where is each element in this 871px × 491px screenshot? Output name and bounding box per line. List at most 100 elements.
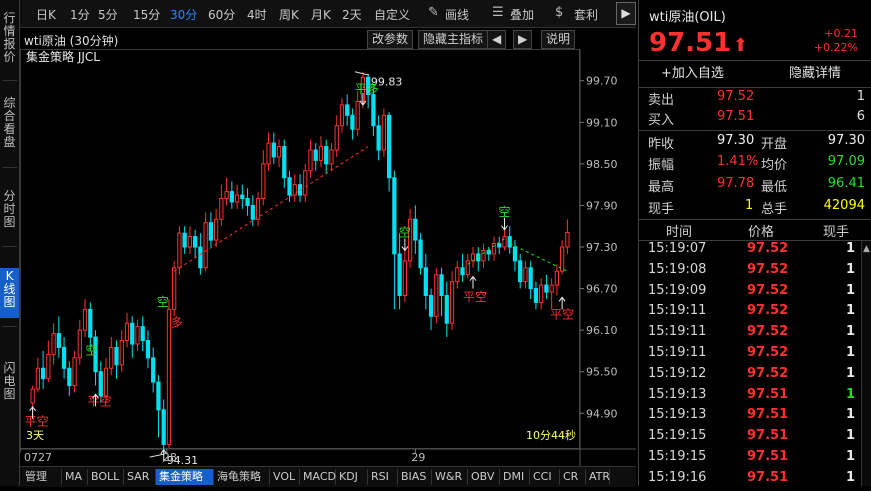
- candle-body: [56, 333, 61, 348]
- indicator-tab-10[interactable]: BIAS: [398, 469, 432, 485]
- candle-body: [549, 284, 554, 293]
- candle-body: [276, 146, 282, 158]
- days-label: 3天: [26, 429, 44, 442]
- indicator-tab-12[interactable]: OBV: [468, 469, 500, 485]
- indicator-tab-13[interactable]: DMI: [500, 469, 530, 485]
- indicator-tab-8[interactable]: KDJ: [336, 469, 368, 485]
- current-volume-value: 1: [745, 198, 754, 213]
- candle-body: [271, 142, 276, 158]
- candle-body: [208, 222, 213, 241]
- y-tick-label: 96.70: [586, 283, 618, 296]
- candle-body: [486, 249, 491, 255]
- nav-tab-timeshare[interactable]: 分 时 图: [0, 188, 19, 238]
- tick-price: 97.51: [747, 469, 789, 485]
- candle-body: [423, 267, 428, 297]
- candle-body: [544, 284, 549, 293]
- tick-volume: 1: [845, 469, 855, 485]
- period-tab-9[interactable]: 2天: [342, 6, 362, 23]
- indicator-tab-6[interactable]: VOL: [270, 469, 300, 485]
- indicator-tab-0[interactable]: 管理: [22, 469, 62, 485]
- candle-body: [172, 267, 177, 310]
- trend-line-red: [173, 146, 369, 272]
- period-tab-6[interactable]: 4时: [247, 6, 267, 23]
- indicator-tab-5[interactable]: 海龟策略: [214, 469, 270, 485]
- tick-row: 15:19:16 97.51 1: [639, 470, 859, 491]
- candle-body: [313, 149, 318, 161]
- tick-price: 97.52: [747, 241, 789, 256]
- indicator-tab-4[interactable]: 集金策略: [156, 469, 214, 485]
- add-favorite-button[interactable]: +加入自选: [661, 63, 724, 85]
- draw-line-button[interactable]: 画线: [445, 6, 469, 23]
- x-tick-label: 0727: [24, 451, 52, 464]
- candle-body: [523, 267, 528, 283]
- trade-signal-label: 空: [86, 343, 98, 357]
- indicator-tab-14[interactable]: CCI: [530, 469, 560, 485]
- nav-tab-flash[interactable]: 闪 电 图: [0, 360, 19, 410]
- nav-separator: [2, 80, 17, 81]
- nav-tab-overview[interactable]: 综 合 看 盘: [0, 95, 19, 159]
- open-label: 开盘: [761, 137, 788, 152]
- tick-row: 15:19:13 97.51 1: [639, 407, 859, 428]
- candlestick-chart[interactable]: 99.70 99.10 98.50 97.90 97.30 96.70 96.10 95.50…: [20, 49, 636, 466]
- tick-time: 15:19:07: [648, 241, 707, 256]
- buy-row: 买入 97.51 6: [639, 109, 871, 129]
- chart-scroll-left-button[interactable]: ◀: [487, 30, 507, 49]
- indicator-tab-11[interactable]: W&R: [432, 469, 468, 485]
- tick-price: 97.52: [747, 303, 789, 319]
- candle-body: [124, 322, 130, 342]
- hide-detail-button[interactable]: 隐藏详情: [789, 63, 841, 85]
- period-tab-0[interactable]: 日K: [36, 6, 56, 23]
- indicator-tab-1[interactable]: MA: [62, 469, 88, 485]
- period-tab-8[interactable]: 月K: [311, 6, 331, 23]
- candle-body: [135, 326, 140, 345]
- candle-body: [61, 346, 67, 369]
- hide-main-indicator-button[interactable]: 隐藏主指标: [418, 30, 489, 49]
- candle-body: [350, 114, 355, 130]
- candle-body: [255, 198, 261, 220]
- period-tab-3[interactable]: 15分: [133, 6, 160, 23]
- candle-body: [250, 204, 255, 220]
- nav-tab-quotes[interactable]: 行 情 报 价: [0, 10, 19, 72]
- indicator-tab-9[interactable]: RSI: [368, 469, 398, 485]
- candle-body: [114, 346, 119, 366]
- y-tick-label: 97.90: [586, 199, 618, 212]
- low-value: 96.41: [827, 176, 865, 191]
- candle-body: [355, 101, 360, 130]
- overlay-button[interactable]: 叠加: [510, 6, 534, 23]
- candle-body: [109, 346, 114, 369]
- tick-price: 97.51: [747, 449, 789, 464]
- candle-body: [413, 218, 418, 241]
- candle-body: [381, 114, 387, 151]
- period-tab-1[interactable]: 1分: [70, 6, 90, 23]
- nav-tab-kline[interactable]: K 线 图: [0, 268, 19, 318]
- arbitrage-button[interactable]: 套利: [574, 6, 598, 23]
- candle-body: [67, 367, 72, 387]
- indicator-tab-2[interactable]: BOLL: [88, 469, 124, 485]
- period-tab-7[interactable]: 周K: [279, 6, 299, 23]
- indicator-tab-3[interactable]: SAR: [124, 469, 156, 485]
- tick-price: 97.52: [747, 345, 789, 360]
- edit-params-button[interactable]: 改参数: [367, 30, 414, 49]
- period-tab-5[interactable]: 60分: [208, 6, 235, 23]
- indicator-tab-7[interactable]: MACD: [300, 469, 336, 485]
- toolbar-scroll-right-button[interactable]: ▶: [616, 2, 636, 25]
- indicator-tab-16[interactable]: ATR: [586, 469, 610, 485]
- candle-body: [213, 218, 219, 241]
- ticks-scrollbar[interactable]: ▲: [861, 241, 871, 486]
- tick-time: 15:19:13: [648, 386, 707, 402]
- period-tab-4[interactable]: 30分: [170, 6, 197, 23]
- candle-body: [234, 194, 240, 203]
- scroll-up-icon[interactable]: ▲: [863, 244, 870, 254]
- high-value: 97.78: [717, 176, 755, 191]
- candle-body: [318, 146, 324, 161]
- period-tab-10[interactable]: 自定义: [374, 6, 410, 23]
- candle-body: [182, 232, 187, 248]
- trade-signal-label: 空: [498, 205, 510, 219]
- period-tab-2[interactable]: 5分: [98, 6, 118, 23]
- last-price: 97.51: [649, 28, 732, 58]
- tick-price: 97.51: [747, 407, 789, 423]
- help-button[interactable]: 说明: [541, 30, 576, 49]
- amplitude-value: 1.41%: [717, 154, 759, 169]
- indicator-tab-15[interactable]: CR: [560, 469, 586, 485]
- chart-scroll-right-button[interactable]: ▶: [513, 30, 533, 49]
